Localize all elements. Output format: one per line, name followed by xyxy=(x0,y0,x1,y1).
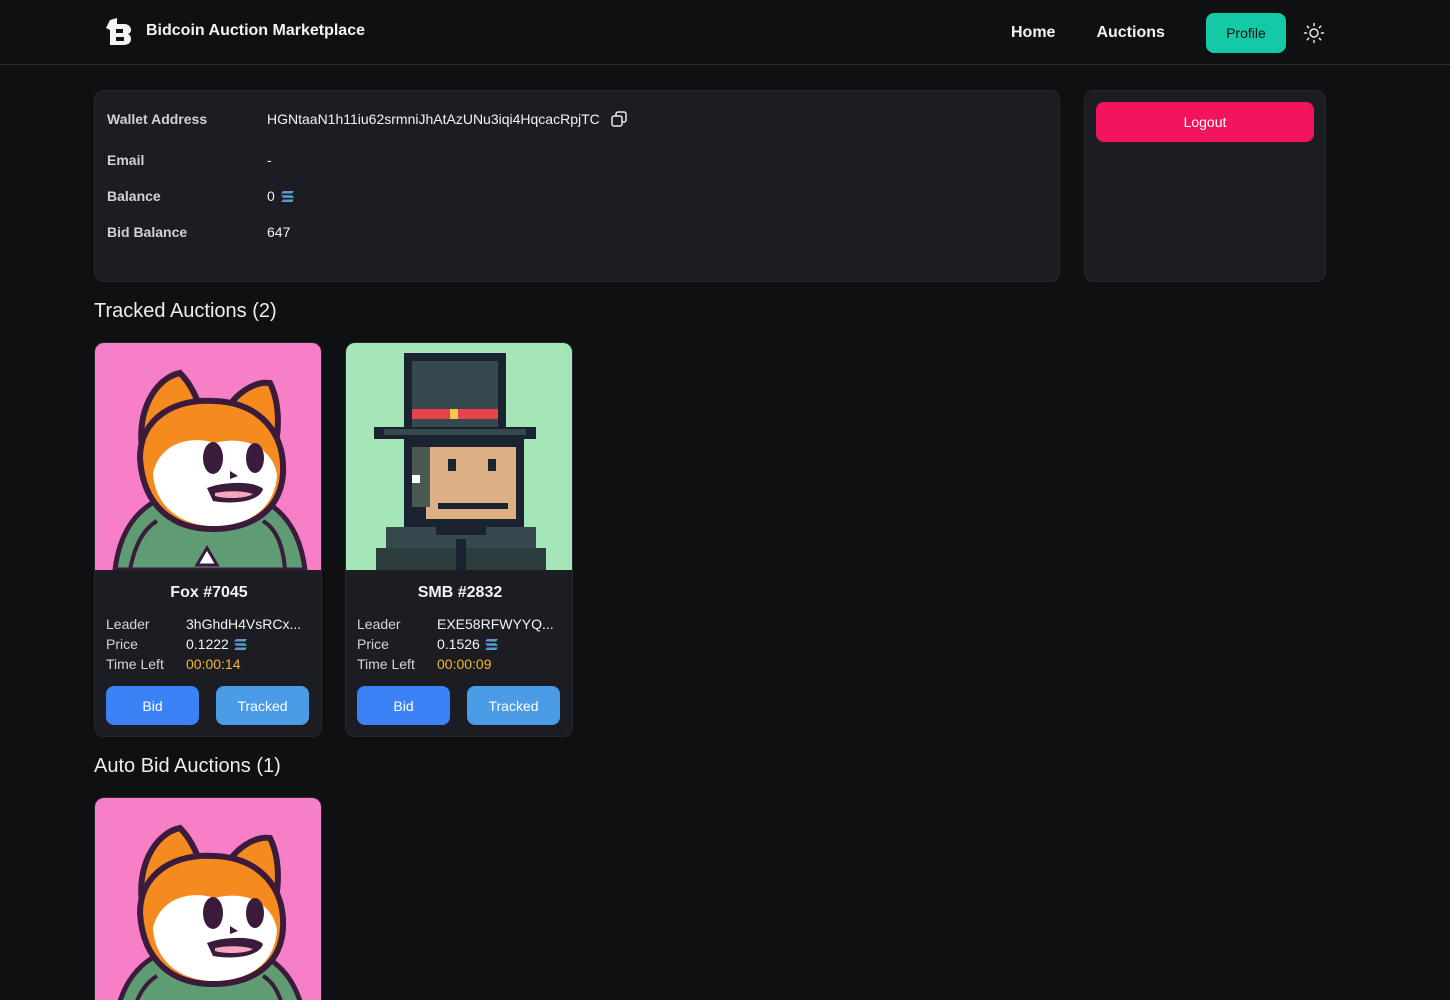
auction-card[interactable] xyxy=(94,797,322,1000)
price-value: 0.1526 xyxy=(437,636,480,652)
balance-value: 0 xyxy=(267,188,275,204)
price-label: Price xyxy=(357,636,389,652)
solana-icon xyxy=(281,191,294,202)
tracked-auctions-heading: Tracked Auctions (2) xyxy=(94,300,277,322)
price-row: Price 0.1222 xyxy=(106,636,247,652)
logout-panel: Logout xyxy=(1084,90,1326,282)
bid-button[interactable]: Bid xyxy=(106,686,199,725)
brand[interactable]: Bidcoin Auction Marketplace xyxy=(104,16,365,46)
nft-image-fox xyxy=(95,343,322,570)
bidcoin-logo-icon xyxy=(106,18,131,45)
time-left-label: Time Left xyxy=(357,656,415,672)
bid-balance-label: Bid Balance xyxy=(107,224,188,240)
auction-card-title: Fox #7045 xyxy=(170,584,248,601)
leader-row: Leader EXE58RFWYYQ... xyxy=(357,616,554,632)
profile-button[interactable]: Profile xyxy=(1205,13,1286,53)
time-left-label: Time Left xyxy=(106,656,164,672)
email-label: Email xyxy=(107,152,145,168)
nft-image-smb xyxy=(346,343,573,570)
account-info-panel: Wallet Address HGNtaaN1h11iu62srmniJhAtA… xyxy=(94,90,1060,282)
nav-home-link[interactable]: Home xyxy=(1011,13,1055,53)
price-value: 0.1222 xyxy=(186,636,229,652)
sun-icon[interactable] xyxy=(1303,22,1325,44)
leader-label: Leader xyxy=(106,616,150,632)
balance-value-wrap: 0 xyxy=(267,188,294,204)
logout-button[interactable]: Logout xyxy=(1096,102,1314,142)
auto-bid-auctions-heading: Auto Bid Auctions (1) xyxy=(94,755,281,777)
email-value: - xyxy=(267,152,272,168)
bid-balance-row: Bid Balance 647 xyxy=(107,224,290,240)
leader-row: Leader 3hGhdH4VsRCx... xyxy=(106,616,301,632)
time-left-row: Time Left 00:00:14 xyxy=(106,656,241,672)
price-value-wrap: 0.1222 xyxy=(186,636,247,652)
auction-card[interactable]: SMB #2832 Leader EXE58RFWYYQ... Price 0.… xyxy=(345,342,573,737)
solana-icon xyxy=(234,639,247,650)
balance-label: Balance xyxy=(107,188,161,204)
price-row: Price 0.1526 xyxy=(357,636,498,652)
time-left-value: 00:00:09 xyxy=(437,656,492,672)
nft-image-fox xyxy=(95,798,322,1000)
bid-balance-value: 647 xyxy=(267,224,291,240)
tracked-button[interactable]: Tracked xyxy=(467,686,560,725)
auction-card-title: SMB #2832 xyxy=(417,584,503,601)
main-nav: Home Auctions Profile xyxy=(1011,13,1325,53)
time-left-row: Time Left 00:00:09 xyxy=(357,656,492,672)
solana-icon xyxy=(485,639,498,650)
balance-row: Balance 0 xyxy=(107,188,294,204)
wallet-address-row: Wallet Address HGNtaaN1h11iu62srmniJhAtA… xyxy=(107,110,628,128)
leader-value: EXE58RFWYYQ... xyxy=(437,616,554,632)
price-value-wrap: 0.1526 xyxy=(437,636,498,652)
nav-auctions-link[interactable]: Auctions xyxy=(1096,13,1164,53)
leader-value: 3hGhdH4VsRCx... xyxy=(186,616,302,632)
brand-name: Bidcoin Auction Marketplace xyxy=(146,22,365,39)
wallet-address-value: HGNtaaN1h11iu62srmniJhAtAzUNu3iqi4HqcacR… xyxy=(267,111,600,127)
copy-icon[interactable] xyxy=(610,110,628,128)
time-left-value: 00:00:14 xyxy=(186,656,241,672)
email-row: Email - xyxy=(107,152,272,168)
tracked-button[interactable]: Tracked xyxy=(216,686,309,725)
wallet-address-label: Wallet Address xyxy=(107,111,208,127)
price-label: Price xyxy=(106,636,138,652)
leader-label: Leader xyxy=(357,616,401,632)
top-navbar: Bidcoin Auction Marketplace Home Auction… xyxy=(0,0,1450,65)
bid-button[interactable]: Bid xyxy=(357,686,450,725)
auction-card[interactable]: Fox #7045 Leader 3hGhdH4VsRCx... Price 0… xyxy=(94,342,322,737)
